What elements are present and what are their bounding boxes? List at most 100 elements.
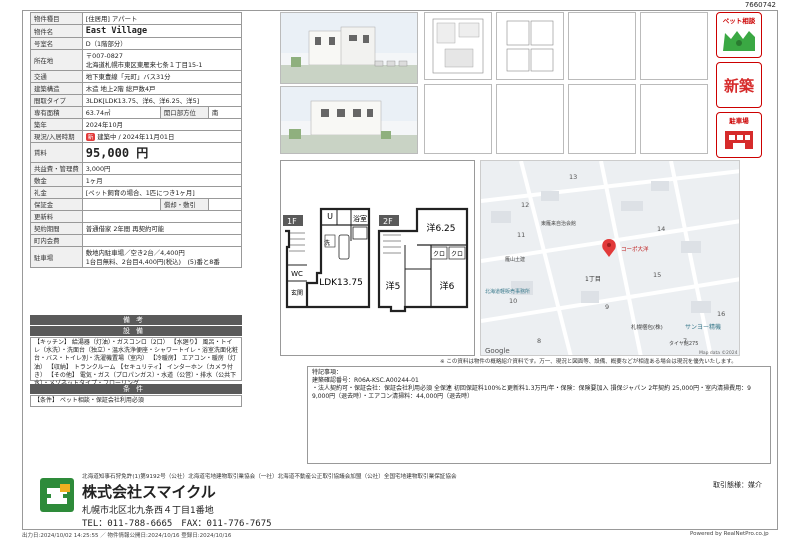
spec-row: 物件種目 [住居用] アパート (30, 12, 243, 25)
spec-value-text: 3,000円 (85, 165, 111, 173)
spec-value-text: 建築中 / 2024年11月01日 (97, 133, 175, 141)
spec-value-text: East Village (85, 26, 148, 36)
floor-plan[interactable]: 1F U 浴室 WC 洗 LDK13.75 玄関 2F 洋6.25 クロ クロ … (280, 160, 475, 356)
spec-value: [住居用] アパート (81, 12, 243, 25)
spec-value-text: 95,000 円 (85, 146, 149, 160)
layout-thumbnail-2[interactable] (496, 12, 564, 80)
spec-key: 保証金 (30, 198, 83, 211)
map-block-8: 8 (537, 337, 541, 345)
spec-row: 建築構造 木造 地上2階 総戸数4戸 (30, 82, 243, 95)
spec-key: 駐車場 (30, 246, 83, 268)
plan-room-5: 洋5 (386, 280, 401, 292)
spec-key: 礼金 (30, 186, 83, 199)
spec-row: 駐車場 敷地内駐車場／空き2台／4,400円 1台目無料、2台目4,400円(税込)… (30, 246, 243, 268)
spec-key: 賃料 (30, 142, 83, 163)
spec-row: 礼金 [ペット飼育の場合、1匹につき1ヶ月] (30, 186, 243, 199)
location-map[interactable]: 13 12 11 14 15 16 10 9 8 7 1丁目 東雁来自治会館 北… (480, 160, 740, 356)
empty-thumbnail-2 (640, 12, 708, 80)
plan-room-closet-1: クロ (433, 251, 445, 258)
spec-value-text: 木造 地上2階 総戸数4戸 (85, 85, 156, 93)
spec-value: 敷地内駐車場／空き2台／4,400円 1台目無料、2台目4,400円(税込) (5… (81, 246, 243, 268)
map-attribution: Map data ©2024 (699, 349, 738, 356)
spec-key: 物件種目 (30, 12, 83, 25)
spec-value-text: D（1階部分） (85, 40, 127, 48)
company-logo-icon (40, 478, 74, 512)
spec-value-text: 2024年10月 (85, 121, 123, 129)
setsubi-header: 設備 (30, 326, 242, 336)
pet-badge-label: ペット相談 (722, 17, 756, 25)
empty-thumbnail-1 (568, 12, 636, 80)
spec-row: 築年 2024年10月 (30, 118, 243, 131)
spec-value-line-2: 1台目無料、2台目4,400円(税込) (5)番と8番 (85, 258, 220, 266)
spec-value-text: 敷地内駐車場／空き2台／4,400円 (85, 249, 185, 257)
spec-key: 敷金 (30, 174, 83, 187)
spec-value-text: 普通借家 2年間 再契約可能 (85, 225, 165, 233)
company-name: 株式会社スマイクル (82, 483, 216, 501)
transaction-type: 取引態様：媒介 (713, 481, 762, 489)
special-notes-line-2: ・法人契約可・保証会社：保証会社利用必須 全保連 初回保証料100%と更新料1.… (312, 385, 751, 392)
footer-dates: 出力日:2024/10/02 14:25:55 ／ 物件情報公開日:2024/1… (22, 533, 232, 539)
new-badge-label: 新築 (723, 77, 754, 95)
map-block-15: 15 (653, 271, 661, 279)
spec-row: 更新料 (30, 210, 243, 223)
spec-value: D（1階部分） (81, 37, 243, 50)
spec-key: 契約期間 (30, 222, 83, 235)
map-block-13: 13 (569, 173, 577, 181)
plan-room-washer: 洗 (324, 239, 330, 247)
spec-value: 普通借家 2年間 再契約可能 (81, 222, 243, 235)
spec-key-2: 開口部方位 (159, 106, 209, 119)
spec-value-text: [ペット飼育の場合、1匹につき1ヶ月] (85, 189, 195, 197)
exterior-photo-2[interactable] (280, 86, 418, 154)
spec-value-text: 地下東豊線「元町」バス31分 (85, 73, 171, 81)
spec-value (81, 210, 243, 223)
company-address: 札幌市北区北九条西４丁目1番地 (82, 506, 214, 516)
plan-room-wc: WC (291, 270, 303, 278)
company-phone: TEL：011-788-6665 FAX：011-776-7675 (82, 519, 272, 529)
spec-key: 物件名 (30, 24, 83, 38)
spec-value-text: 〒007-0827 (85, 52, 123, 60)
spec-value: 〒007-0827 北海道札幌市東区東雁来七条１丁目15-1 (81, 49, 243, 71)
property-spec-table: 物件種目 [住居用] アパート 物件名 East Village 号室名 D（1階部分）所… (30, 12, 243, 268)
map-poi-tire: タイヤ館275 (669, 340, 698, 347)
map-poi-office: 北海道軽販売事務所 (485, 288, 530, 295)
special-notes-title: 特記事項： (312, 369, 343, 376)
spec-row: 専有面積 63.74㎡ 開口部方位南 (30, 106, 243, 119)
spec-row: 賃料 95,000 円 (30, 142, 243, 163)
map-block-16: 16 (717, 310, 725, 318)
spec-value: 1ヶ月 (81, 174, 243, 187)
spec-key: 号室名 (30, 37, 83, 50)
spec-key: 交通 (30, 70, 83, 83)
spec-value (81, 234, 243, 247)
spec-row: 号室名 D（1階部分） (30, 37, 243, 50)
association-line: 北海道知事石狩免許(1)第9192号（公社）北海道宅地建物取引業協会（一社）北海… (82, 474, 457, 480)
empty-thumbnail-5 (568, 84, 636, 154)
setsubi-text: 【キッチン】 給湯器（灯油）・ガスコンロ（2口） 【水廻り】 風呂・トイレ（水洗… (30, 337, 242, 387)
footer-powered-by: Powered by RealNetPro.co.jp (690, 531, 769, 537)
layout-thumbnail-1[interactable] (424, 12, 492, 80)
pet-ok-badge: ペット相談 (716, 12, 762, 58)
plan-room-6: 洋6 (440, 280, 455, 292)
plan-room-bath: 浴室 (353, 214, 367, 223)
special-notes: 特記事項： 建築確認番号：R06A-KSC.A00244-01 ・法人契約可・保… (307, 366, 771, 464)
exterior-photo-1[interactable] (280, 12, 418, 84)
disclaimer-note: ※ この資料は物件の概略紹介資料です。万一、現況と図面等、設備、概要などが相違あ… (440, 359, 737, 365)
plan-room-ldk: LDK13.75 (319, 278, 363, 288)
spec-value: 木造 地上2階 総戸数4戸 (81, 82, 243, 95)
map-poi-kensetsu: 雁山土建 (505, 256, 525, 263)
map-block-9: 9 (605, 303, 609, 311)
bikou-header: 備考 (30, 315, 242, 325)
spec-key: 所在地 (30, 49, 83, 71)
pet-icon (723, 31, 755, 51)
map-block-12: 12 (521, 201, 529, 209)
spec-key: 町内会費 (30, 234, 83, 247)
special-notes-line-1: 建築確認番号：R06A-KSC.A00244-01 (312, 377, 419, 384)
spec-key-2: 償却・敷引 (159, 198, 209, 211)
spec-key: 専有面積 (30, 106, 83, 119)
spec-value: 95,000 円 (81, 142, 243, 163)
spec-row: 共益費・管理費 3,000円 (30, 162, 243, 175)
spec-row: 物件名 East Village (30, 24, 243, 38)
map-block-11: 11 (517, 231, 525, 239)
spec-row: 交通 地下東豊線「元町」バス31分 (30, 70, 243, 83)
parking-badge: 駐車場 (716, 112, 762, 158)
spec-key: 間取タイプ (30, 94, 83, 107)
